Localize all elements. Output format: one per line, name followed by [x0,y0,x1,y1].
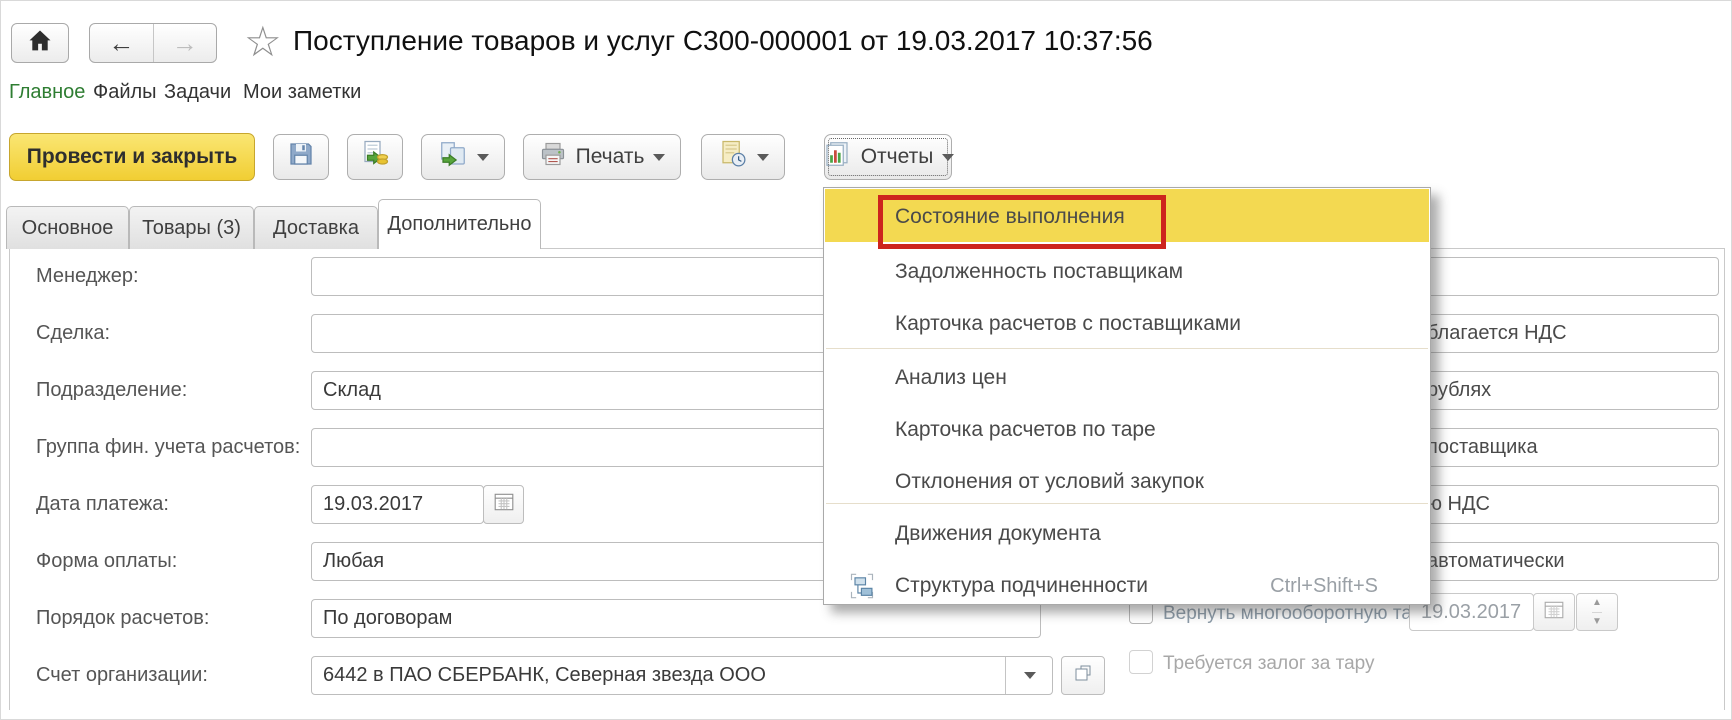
post-document-icon [360,139,390,175]
menu-separator [826,503,1428,504]
reports-dropdown-menu: Состояние выполнения Задолженность поста… [823,187,1431,605]
section-moi-zametki[interactable]: Мои заметки [243,81,361,104]
tab-osnovnoe[interactable]: Основное [6,206,129,249]
save-button[interactable] [273,134,329,180]
reports-button[interactable]: Отчеты [824,134,952,180]
section-faily[interactable]: Файлы [93,81,157,104]
app-window: ← → ☆ Поступление товаров и услуг С300-0… [0,0,1732,720]
menu-item-otkloneniya-ot-usloviy-zakupok[interactable]: Отклонения от условий закупок [895,467,1204,497]
section-zadachi[interactable]: Задачи [164,81,231,104]
print-dropdown-arrow [653,154,665,161]
section-glavnoe[interactable]: Главное [9,81,85,104]
tab-dopolnitelno[interactable]: Дополнительно [378,199,541,249]
print-button[interactable]: Печать [523,134,681,180]
reports-dropdown-arrow [942,154,954,161]
org-account-dropdown-button[interactable] [1005,657,1053,694]
home-button[interactable] [11,23,69,63]
menu-item-struktura-podchinennosti[interactable]: Структура подчиненности [895,571,1148,601]
document-clock-icon [718,139,748,175]
menu-separator [826,348,1428,349]
history-nav-group: ← → [89,23,217,63]
reports-label: Отчеты [861,145,934,169]
menu-item-kartochka-raschetov-s-postavshchikami[interactable]: Карточка расчетов с поставщиками [895,309,1241,339]
combo-dropdown-arrow [1024,672,1036,679]
post-and-close-button[interactable]: Провести и закрыть [9,133,255,181]
post-document-button[interactable] [347,134,403,180]
create-based-on-dropdown-arrow [477,154,489,161]
structure-hierarchy-icon [848,572,876,605]
forward-button[interactable]: → [154,24,217,62]
schedule-button[interactable] [701,134,785,180]
page-title: Поступление товаров и услуг С300-000001 … [293,25,1153,57]
reports-icon [822,139,852,175]
menu-item-analiz-tsen[interactable]: Анализ цен [895,363,1007,393]
menu-item-zadolzhennost-postavshchikam[interactable]: Задолженность поставщикам [895,257,1183,287]
print-label: Печать [576,145,645,169]
menu-item-sostoyanie-vypolneniya[interactable]: Состояние выполнения [895,202,1125,232]
print-icon [539,140,567,174]
create-based-on-button[interactable] [421,134,505,180]
tab-tovary[interactable]: Товары (3) [129,206,254,249]
favorite-star-icon[interactable]: ☆ [244,17,282,66]
menu-item-kartochka-raschetov-po-tare[interactable]: Карточка расчетов по таре [895,415,1156,445]
menu-item-dvizheniya-dokumenta[interactable]: Движения документа [895,519,1101,549]
save-icon [286,139,316,175]
back-button[interactable]: ← [90,24,154,62]
create-based-on-icon [438,139,468,175]
tab-dostavka[interactable]: Доставка [254,206,378,249]
home-icon [26,27,54,60]
schedule-dropdown-arrow [757,154,769,161]
menu-item-shortcut: Ctrl+Shift+S [1270,571,1378,601]
